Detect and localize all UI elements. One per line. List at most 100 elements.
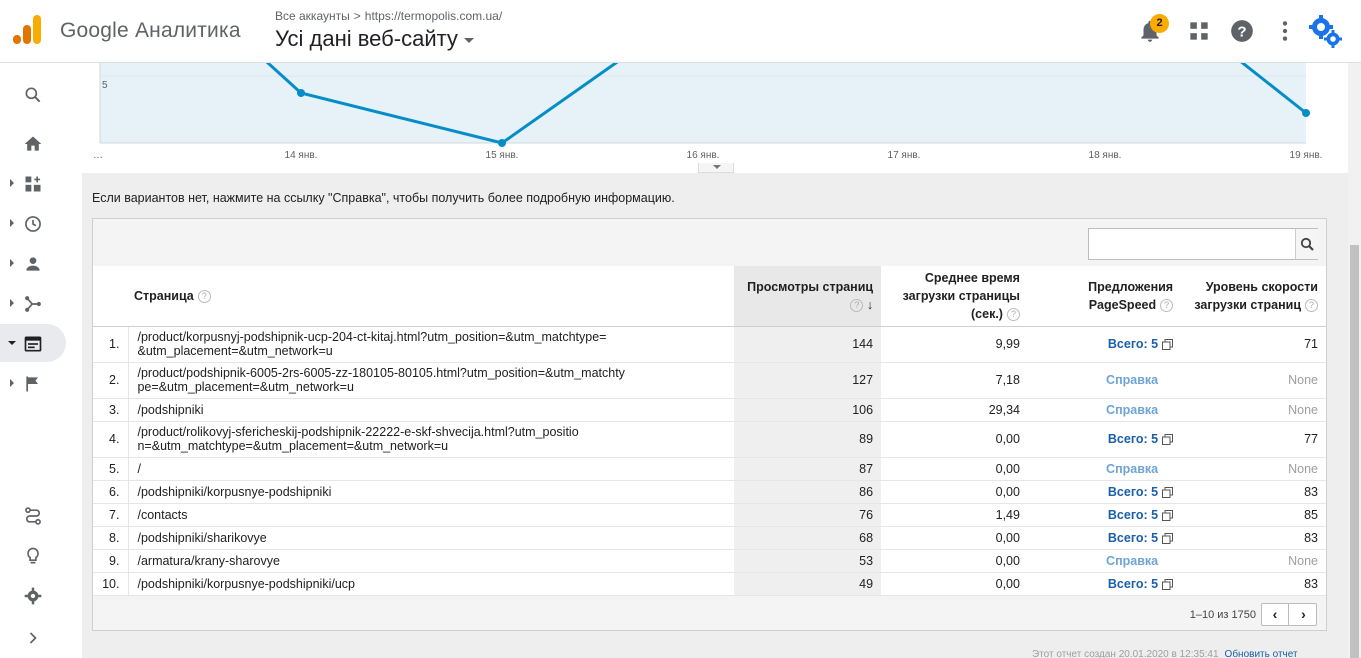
expand-arrow-icon	[10, 179, 14, 187]
settings-gears-icon[interactable]	[1308, 14, 1342, 48]
pagespeed-cell[interactable]: Всего: 5	[1027, 572, 1182, 596]
page-path[interactable]: /product/rolikovyj-sfericheskij-podshipn…	[137, 425, 726, 439]
analytics-logo-icon[interactable]	[13, 15, 41, 45]
table-search-button[interactable]	[1295, 229, 1318, 259]
nav-attribution[interactable]	[0, 496, 66, 534]
column-header-page[interactable]: Страница?	[93, 266, 735, 327]
table-search-input[interactable]	[1088, 228, 1318, 260]
external-link-icon	[1162, 532, 1174, 544]
nav-home[interactable]	[0, 124, 66, 162]
external-link-icon	[1162, 339, 1174, 351]
table-row[interactable]: 10. /podshipniki/korpusnye-podshipniki/uc…	[93, 572, 1326, 596]
page-scrollbar[interactable]	[1348, 63, 1361, 658]
pagespeed-help-link[interactable]: Справка	[1106, 373, 1158, 387]
page-path-cell[interactable]: /podshipniki	[128, 398, 735, 422]
pagespeed-cell[interactable]: Всего: 5	[1027, 326, 1182, 363]
next-page-button[interactable]: ›	[1290, 604, 1317, 625]
column-header-load-time[interactable]: Среднее время загрузки страницы (сек.)?	[881, 266, 1028, 327]
nav-search[interactable]	[0, 75, 66, 113]
nav-expand[interactable]	[0, 618, 66, 656]
table-row[interactable]: 4. /product/rolikovyj-sfericheskij-podshi…	[93, 421, 1326, 458]
breadcrumb[interactable]: Все аккаунты > https://termopolis.com.ua/	[275, 9, 502, 23]
page-path[interactable]: /podshipniki	[137, 403, 726, 417]
more-vert-icon[interactable]	[1272, 18, 1298, 44]
page-path[interactable]: /podshipniki/korpusnye-podshipniki/ucp	[137, 577, 726, 591]
table-row[interactable]: 7. /contacts 76 1,49 Всего: 5 85	[93, 503, 1326, 527]
pagination-range: 1–10 из 1750	[1189, 609, 1256, 621]
column-header-pagespeed[interactable]: Предложения PageSpeed?	[1027, 266, 1182, 327]
pagespeed-cell[interactable]: Всего: 5	[1027, 503, 1182, 527]
nav-realtime[interactable]	[0, 204, 66, 242]
apps-icon[interactable]	[1186, 18, 1212, 44]
page-path-cell[interactable]: /product/korpusnyj-podshipnik-ucp-204-ct…	[128, 326, 735, 363]
pagespeed-total-link[interactable]: Всего: 5	[1108, 508, 1158, 522]
chart-collapse-button[interactable]	[698, 163, 734, 173]
pagespeed-total-link[interactable]: Всего: 5	[1108, 337, 1158, 351]
page-path[interactable]: /armatura/krany-sharovye	[137, 554, 726, 568]
pagespeed-cell[interactable]: Справка	[1027, 549, 1182, 573]
column-label: загрузки страницы	[902, 288, 1020, 303]
pagespeed-cell[interactable]: Всего: 5	[1027, 526, 1182, 550]
table-row[interactable]: 8. /podshipniki/sharikovye 68 0,00 Всего: 5 8…	[93, 526, 1326, 550]
page-path[interactable]: /product/korpusnyj-podshipnik-ucp-204-ct…	[137, 330, 726, 344]
pagespeed-help-link[interactable]: Справка	[1106, 554, 1158, 568]
pagespeed-total-link[interactable]: Всего: 5	[1108, 432, 1158, 446]
pagespeed-cell[interactable]: Справка	[1027, 398, 1182, 422]
nav-acquisition[interactable]	[0, 284, 66, 322]
page-path-cont[interactable]: pe=&utm_placement=&utm_network=u	[137, 380, 726, 394]
page-path-cont[interactable]: n=&utm_matchtype=&utm_placement=&utm_net…	[137, 439, 726, 453]
view-selector[interactable]: Усі дані веб-сайту	[275, 26, 474, 52]
help-icon[interactable]: ?	[1006, 307, 1020, 321]
page-path-cell[interactable]: /contacts	[128, 503, 735, 527]
nav-audience[interactable]	[0, 244, 66, 282]
table-row[interactable]: 5. / 87 0,00 Справка None	[93, 457, 1326, 481]
page-path-cell[interactable]: /podshipniki/korpusnye-podshipniki/ucp	[128, 572, 735, 596]
page-path-cell[interactable]: /product/podshipnik-6005-2rs-6005-zz-180…	[128, 362, 735, 399]
nav-admin[interactable]	[0, 576, 66, 614]
table-row[interactable]: 2. /product/podshipnik-6005-2rs-6005-zz-1…	[93, 362, 1326, 399]
page-path-cell[interactable]: /	[128, 457, 735, 481]
table-row[interactable]: 9. /armatura/krany-sharovye 53 0,00 Справка N…	[93, 549, 1326, 573]
column-header-pageviews[interactable]: Просмотры страниц ? ↓	[734, 266, 882, 327]
column-header-speed-score[interactable]: Уровень скорости загрузки страниц?	[1181, 266, 1326, 327]
gear-icon	[24, 587, 42, 605]
pagespeed-cell[interactable]: Справка	[1027, 362, 1182, 399]
help-icon[interactable]: ?	[1229, 18, 1255, 44]
page-path[interactable]: /	[137, 462, 726, 476]
breadcrumb-property[interactable]: https://termopolis.com.ua/	[365, 9, 502, 23]
prev-page-button[interactable]: ‹	[1262, 604, 1289, 625]
scrollbar-thumb[interactable]	[1350, 245, 1359, 658]
nav-discover[interactable]	[0, 536, 66, 574]
nav-customization[interactable]	[0, 164, 66, 202]
page-path[interactable]: /podshipniki/korpusnye-podshipniki	[137, 485, 726, 499]
pagespeed-help-link[interactable]: Справка	[1106, 462, 1158, 476]
page-path-cell[interactable]: /podshipniki/sharikovye	[128, 526, 735, 550]
pagespeed-cell[interactable]: Всего: 5	[1027, 421, 1182, 458]
help-icon[interactable]: ?	[1305, 298, 1318, 312]
product-name[interactable]: Google Аналитика	[60, 19, 241, 43]
pagespeed-total-link[interactable]: Всего: 5	[1108, 531, 1158, 545]
breadcrumb-accounts[interactable]: Все аккаунты	[275, 9, 350, 23]
help-icon[interactable]: ?	[197, 289, 211, 303]
table-row[interactable]: 6. /podshipniki/korpusnye-podshipniki 86 0,…	[93, 480, 1326, 504]
nav-behavior[interactable]	[0, 324, 66, 362]
page-path-cell[interactable]: /product/rolikovyj-sfericheskij-podshipn…	[128, 421, 735, 458]
help-icon[interactable]: ?	[850, 298, 864, 312]
page-path-cell[interactable]: /armatura/krany-sharovye	[128, 549, 735, 573]
chevron-down-icon	[463, 37, 474, 43]
table-row[interactable]: 1. /product/korpusnyj-podshipnik-ucp-204-…	[93, 326, 1326, 363]
pagespeed-total-link[interactable]: Всего: 5	[1108, 577, 1158, 591]
page-path-cont[interactable]: &utm_placement=&utm_network=u	[137, 344, 726, 358]
refresh-report-link[interactable]: Обновить отчет	[1225, 649, 1298, 658]
pagespeed-help-link[interactable]: Справка	[1106, 403, 1158, 417]
page-path[interactable]: /podshipniki/sharikovye	[137, 531, 726, 545]
help-icon[interactable]: ?	[1160, 298, 1174, 312]
pagespeed-cell[interactable]: Справка	[1027, 457, 1182, 481]
nav-conversions[interactable]	[0, 364, 66, 402]
page-path[interactable]: /contacts	[137, 508, 726, 522]
table-row[interactable]: 3. /podshipniki 106 29,34 Справка None	[93, 398, 1326, 422]
pagespeed-total-link[interactable]: Всего: 5	[1108, 485, 1158, 499]
page-path[interactable]: /product/podshipnik-6005-2rs-6005-zz-180…	[137, 366, 726, 380]
page-path-cell[interactable]: /podshipniki/korpusnye-podshipniki	[128, 480, 735, 504]
pagespeed-cell[interactable]: Всего: 5	[1027, 480, 1182, 504]
